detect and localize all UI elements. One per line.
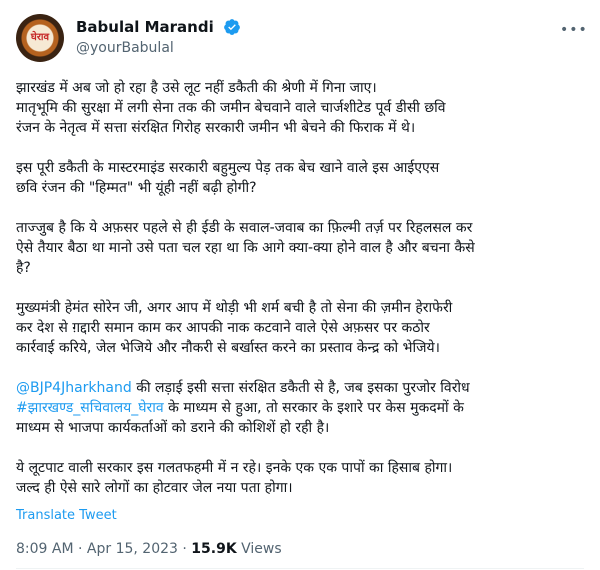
avatar[interactable]: घेराव [16,14,64,62]
tweet-time[interactable]: 8:09 AM [16,541,74,557]
text-line: जल्द ही ऐसे सारे लोगों का होटवार जेल नया… [16,480,293,496]
tweet-date[interactable]: Apr 15, 2023 [87,541,178,557]
text-span: के माध्यम से हुआ, तो सरकार के इशारे पर क… [163,400,464,416]
more-options-icon[interactable]: ••• [560,22,587,42]
hashtag-link[interactable]: #झारखण्ड_सचिवालय_घेराव [16,400,164,416]
text-line: इस पूरी डकैती के मास्टरमाइंड सरकारी बहुम… [16,160,440,176]
avatar-text: घेराव [30,32,50,43]
text-span: की लड़ाई इसी सत्ता संरक्षित डकैती से है,… [131,380,470,396]
meta-separator: · [177,541,192,557]
paragraph-2: इस पूरी डकैती के मास्टरमाइंड सरकारी बहुम… [16,158,584,198]
text-line: मुख्यमंत्री हेमंत सोरेन जी, अगर आप में थ… [16,300,453,316]
verified-badge-icon [223,18,240,35]
views-count[interactable]: 15.9K [191,541,236,557]
text-line: छवि रंजन की "हिम्मत" भी यूंही नहीं बढ़ी … [16,180,257,196]
text-line: ये लूटपाट वाली सरकार इस गलतफहमी में न रह… [16,460,453,476]
text-line: माध्यम से भाजपा कार्यकर्ताओं को डराने की… [16,420,330,436]
tweet-meta: 8:09 AM · Apr 15, 2023 · 15.9K Views [16,541,282,557]
text-line: झारखंड में अब जो हो रहा है उसे लूट नहीं … [16,80,377,96]
paragraph-3: ताज्जुब है कि ये अफ़सर पहले से ही ईडी के… [16,218,584,278]
author-names: Babulal Marandi @yourBabulal [76,16,241,56]
tweet-card: घेराव Babulal Marandi @yourBabulal ••• झ… [0,0,600,570]
tweet-text: झारखंड में अब जो हो रहा है उसे लूट नहीं … [16,78,584,504]
paragraph-4: मुख्यमंत्री हेमंत सोरेन जी, अगर आप में थ… [16,298,584,358]
divider [16,568,584,569]
mention-link[interactable]: @BJP4Jharkhand [16,380,132,396]
text-line: #झारखण्ड_सचिवालय_घेराव के माध्यम से हुआ,… [16,398,584,418]
text-line: रंजन के नेतृत्व में सत्ता संरक्षित गिरोह… [16,120,416,136]
text-line: ऐसे तैयार बैठा था मानो उसे पता चल रहा था… [16,240,475,256]
views-label: Views [236,541,282,557]
display-name[interactable]: Babulal Marandi [76,18,214,36]
text-line: ताज्जुब है कि ये अफ़सर पहले से ही ईडी के… [16,220,473,236]
text-line: @BJP4Jharkhand की लड़ाई इसी सत्ता संरक्ष… [16,378,584,398]
text-line: मातृभूमि की सुरक्षा में लगी सेना तक की ज… [16,100,446,116]
paragraph-1: झारखंड में अब जो हो रहा है उसे लूट नहीं … [16,78,584,138]
handle[interactable]: @yourBabulal [76,40,241,56]
text-line: कर देश से ग़द्दारी समान काम कर आपकी नाक … [16,320,430,336]
meta-separator: · [73,541,87,557]
translate-tweet-link[interactable]: Translate Tweet [16,508,117,523]
paragraph-6: ये लूटपाट वाली सरकार इस गलतफहमी में न रह… [16,458,584,498]
paragraph-5: @BJP4Jharkhand की लड़ाई इसी सत्ता संरक्ष… [16,378,584,438]
text-line: कार्रवाई करिये, जेल भेजिये और नौकरी से ब… [16,340,440,356]
tweet-header: घेराव Babulal Marandi @yourBabulal ••• [16,14,587,66]
text-line: है? [16,260,31,276]
